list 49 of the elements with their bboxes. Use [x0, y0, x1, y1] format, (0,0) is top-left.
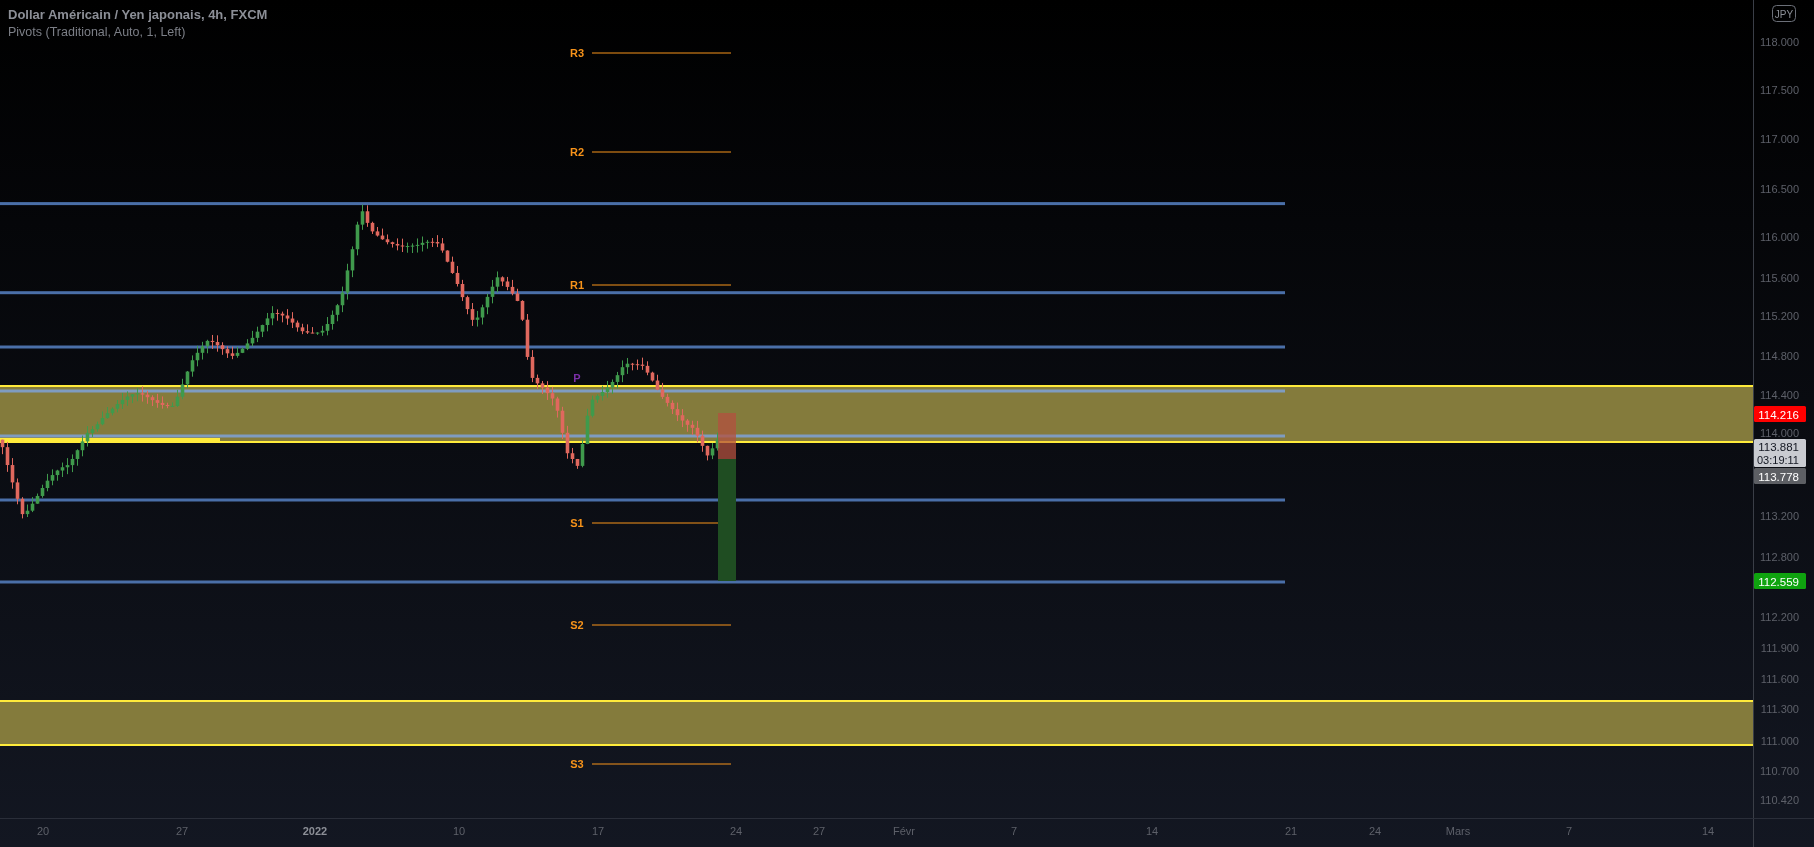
chart-title: Dollar Américain / Yen japonais, 4h, FXCM: [8, 7, 268, 22]
time-tick-label: Févr: [893, 825, 915, 837]
pivot-label: S2: [570, 619, 584, 631]
pivot-label: R3: [569, 47, 585, 59]
indicator-legend: Pivots (Traditional, Auto, 1, Left): [8, 25, 186, 39]
time-tick-label: 14: [1701, 825, 1715, 837]
price-tick-label: 114.800: [1760, 350, 1799, 363]
price-tick-label: 114.000: [1760, 427, 1799, 439]
time-tick-label: 27: [175, 825, 189, 837]
time-tick-label: 7: [1010, 825, 1018, 837]
price-tick-label: 112.200: [1760, 610, 1799, 623]
price-tick-label: 113.200: [1760, 510, 1799, 522]
price-tick-label: 117.000: [1760, 132, 1799, 145]
time-tick-label: 14: [1145, 825, 1159, 837]
price-tick-label: 116.000: [1760, 231, 1799, 244]
price-tick-label: 114.400: [1760, 388, 1799, 401]
price-tick-label: 111.000: [1760, 734, 1799, 747]
time-tick-label: 24: [729, 825, 743, 837]
price-tick-label: 111.300: [1760, 703, 1799, 716]
previous-price-tag: 113.778: [1754, 468, 1806, 484]
price-tick-label: 110.420: [1760, 793, 1799, 806]
price-tick-label: 111.900: [1760, 641, 1799, 654]
time-tick-label: Mars: [1445, 825, 1471, 837]
time-tick-label: 2022: [302, 825, 328, 837]
price-tick-label: 115.600: [1760, 271, 1799, 284]
time-tick-label: 20: [36, 825, 50, 837]
last-price-tag: 113.881 03:19:11: [1754, 439, 1806, 467]
stop-price-tag: 114.216: [1754, 406, 1806, 422]
time-tick-label: 24: [1368, 825, 1382, 837]
price-tick-label: 110.700: [1760, 764, 1799, 777]
price-tick-label: 118.000: [1760, 35, 1799, 48]
time-tick-label: 10: [452, 825, 466, 837]
time-tick-label: 27: [812, 825, 826, 837]
pivot-label: R2: [569, 146, 585, 158]
pivot-label: S3: [570, 758, 584, 770]
pivot-label: S1: [570, 517, 584, 529]
pivot-label: R1: [569, 279, 585, 291]
target-price-tag: 112.559: [1754, 573, 1806, 589]
currency-button[interactable]: JPY: [1772, 5, 1796, 22]
pivot-label: P: [573, 372, 581, 384]
time-tick-label: 17: [591, 825, 605, 837]
stop-zone: [718, 413, 736, 459]
price-tick-label: 111.600: [1760, 673, 1799, 686]
price-tick-label: 117.500: [1760, 84, 1799, 97]
time-tick-label: 7: [1565, 825, 1573, 837]
price-tick-label: 115.200: [1760, 309, 1799, 322]
price-tick-label: 116.500: [1760, 182, 1799, 195]
time-tick-label: 21: [1284, 825, 1298, 837]
price-tick-label: 112.800: [1760, 550, 1799, 563]
